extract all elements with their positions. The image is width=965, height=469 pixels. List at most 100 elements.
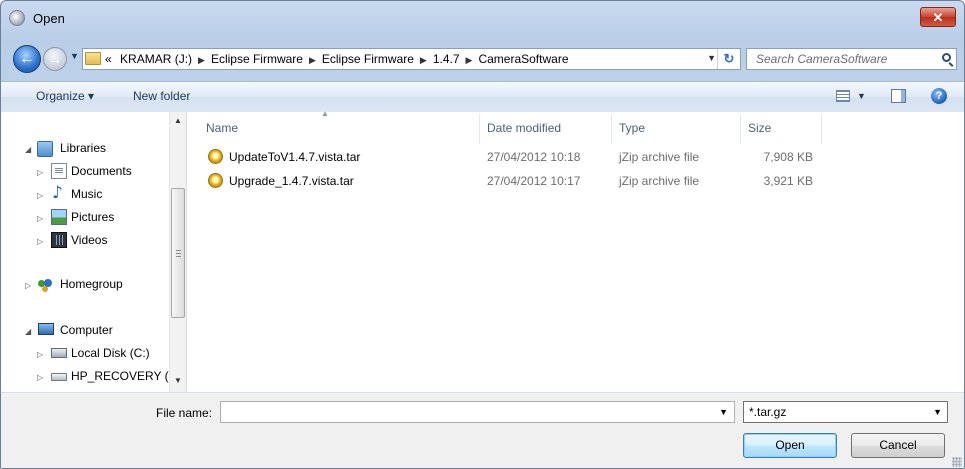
expand-arrow-icon[interactable]: ▷ (37, 237, 43, 246)
sidebar-item-hp-recovery[interactable]: HP_RECOVERY (I (71, 369, 172, 383)
dialog-icon (9, 10, 25, 26)
pictures-icon (51, 209, 67, 225)
file-type: jZip archive file (619, 174, 700, 188)
file-name[interactable]: UpdateToV1.4.7.vista.tar (229, 150, 360, 164)
back-arrow-icon: ← (19, 50, 35, 67)
refresh-button[interactable]: ↻ (717, 49, 740, 69)
drive-icon (51, 373, 67, 381)
file-date: 27/04/2012 10:17 (487, 174, 581, 188)
open-button[interactable]: Open (743, 433, 837, 458)
file-type-select[interactable]: *.tar.gz ▼ (743, 401, 948, 423)
file-name[interactable]: Upgrade_1.4.7.vista.tar (229, 174, 354, 188)
breadcrumb: « KRAMAR (J:) ▶ Eclipse Firmware ▶ Eclipse F… (105, 52, 569, 66)
videos-icon (51, 232, 67, 248)
expand-arrow-icon[interactable]: ▷ (25, 281, 31, 290)
collapse-arrow-icon[interactable]: ◢ (25, 327, 31, 336)
file-name-label: File name: (156, 406, 213, 420)
column-header-name[interactable]: Name (206, 121, 238, 135)
file-size: 7,908 KB (763, 150, 813, 164)
music-icon (51, 183, 67, 203)
preview-pane-icon[interactable] (891, 89, 906, 103)
column-divider[interactable] (821, 114, 822, 144)
organize-button[interactable]: Organize ▾ (36, 89, 94, 103)
chevron-right-icon[interactable]: ▶ (198, 55, 205, 65)
breadcrumb-overflow[interactable]: « (105, 52, 112, 66)
sidebar-item-music[interactable]: Music (71, 187, 102, 201)
breadcrumb-item[interactable]: 1.4.7 (433, 52, 460, 66)
navigation-bar: ← → ▼ « KRAMAR (J:) ▶ Eclipse Firmware ▶ Ecl… (1, 41, 964, 77)
expand-arrow-icon[interactable]: ▷ (37, 214, 43, 223)
title-bar: Open ✕ (1, 1, 964, 37)
navigation-pane: ◢ Libraries ▷ Documents ▷ Music ▷ Pictur… (1, 112, 187, 392)
file-name-dropdown[interactable]: ▼ (719, 407, 728, 417)
address-dropdown[interactable]: ▼ (707, 53, 716, 63)
address-bar[interactable]: « KRAMAR (J:) ▶ Eclipse Firmware ▶ Eclipse F… (82, 48, 741, 70)
resize-grip-icon[interactable] (952, 457, 962, 467)
breadcrumb-item[interactable]: CameraSoftware (478, 52, 568, 66)
chevron-right-icon[interactable]: ▶ (309, 55, 316, 65)
file-size: 3,921 KB (763, 174, 813, 188)
chevron-right-icon[interactable]: ▶ (420, 55, 427, 65)
forward-arrow-icon: → (48, 51, 62, 67)
recent-pages-dropdown[interactable]: ▼ (70, 51, 80, 65)
column-divider[interactable] (479, 114, 480, 144)
open-dialog: Open ✕ ← → ▼ « KRAMAR (J:) ▶ Eclipse Firmw… (0, 0, 965, 469)
column-header-size[interactable]: Size (748, 121, 771, 135)
views-icon[interactable] (836, 90, 850, 102)
back-button[interactable]: ← (13, 45, 41, 73)
jzip-archive-icon (208, 173, 223, 188)
sidebar-item-videos[interactable]: Videos (71, 233, 107, 247)
sidebar-item-computer[interactable]: Computer (60, 323, 113, 337)
expand-arrow-icon[interactable]: ▷ (37, 191, 43, 200)
chevron-right-icon[interactable]: ▶ (466, 55, 473, 65)
sidebar-item-homegroup[interactable]: Homegroup (60, 277, 123, 291)
column-divider[interactable] (611, 114, 612, 144)
jzip-archive-icon (208, 149, 223, 164)
help-icon[interactable]: ? (931, 88, 947, 104)
sidebar-item-pictures[interactable]: Pictures (71, 210, 114, 224)
documents-icon (51, 163, 67, 179)
scroll-up-icon[interactable]: ▲ (172, 116, 184, 128)
grip-icon (176, 250, 181, 257)
file-list: ▲ Name Date modified Type Size UpdateToV… (187, 109, 964, 392)
window-title: Open (33, 11, 65, 26)
collapse-arrow-icon[interactable]: ◢ (25, 145, 31, 154)
sidebar-item-local-disk[interactable]: Local Disk (C:) (71, 346, 150, 360)
column-header-date[interactable]: Date modified (487, 121, 561, 135)
file-type-value: *.tar.gz (749, 405, 787, 419)
views-dropdown[interactable]: ▼ (857, 91, 866, 101)
computer-icon (38, 323, 54, 335)
column-divider[interactable] (740, 114, 741, 144)
close-button[interactable]: ✕ (920, 7, 956, 27)
refresh-icon: ↻ (723, 51, 735, 66)
breadcrumb-item[interactable]: KRAMAR (J:) (120, 52, 192, 66)
folder-icon (85, 52, 101, 65)
content-area: ◢ Libraries ▷ Documents ▷ Music ▷ Pictur… (1, 109, 964, 392)
scrollbar-thumb[interactable] (171, 188, 185, 318)
search-icon[interactable] (942, 53, 951, 62)
expand-arrow-icon[interactable]: ▷ (37, 373, 43, 382)
scroll-down-icon[interactable]: ▼ (172, 376, 184, 388)
search-input[interactable]: Search CameraSoftware (746, 48, 957, 70)
sidebar-item-libraries[interactable]: Libraries (60, 141, 106, 155)
sidebar-item-documents[interactable]: Documents (71, 164, 132, 178)
new-folder-button[interactable]: New folder (133, 89, 190, 103)
breadcrumb-item[interactable]: Eclipse Firmware (211, 52, 303, 66)
file-type: jZip archive file (619, 150, 700, 164)
dialog-footer: File name: ▼ *.tar.gz ▼ Open Cancel (1, 392, 964, 468)
chevron-down-icon[interactable]: ▼ (933, 407, 942, 417)
file-name-input[interactable]: ▼ (220, 401, 735, 423)
expand-arrow-icon[interactable]: ▷ (37, 168, 43, 177)
breadcrumb-item[interactable]: Eclipse Firmware (322, 52, 414, 66)
search-placeholder: Search CameraSoftware (756, 52, 888, 66)
expand-arrow-icon[interactable]: ▷ (37, 350, 43, 359)
sort-ascending-icon: ▲ (321, 109, 329, 118)
local-disk-icon (51, 348, 67, 358)
forward-button[interactable]: → (43, 47, 67, 71)
column-header-type[interactable]: Type (619, 121, 645, 135)
file-date: 27/04/2012 10:18 (487, 150, 581, 164)
nav-scrollbar[interactable]: ▲ ▼ (169, 112, 186, 392)
cancel-button[interactable]: Cancel (851, 433, 945, 458)
command-toolbar: Organize ▾ New folder ▼ ? (1, 81, 964, 113)
close-icon: ✕ (932, 10, 944, 25)
